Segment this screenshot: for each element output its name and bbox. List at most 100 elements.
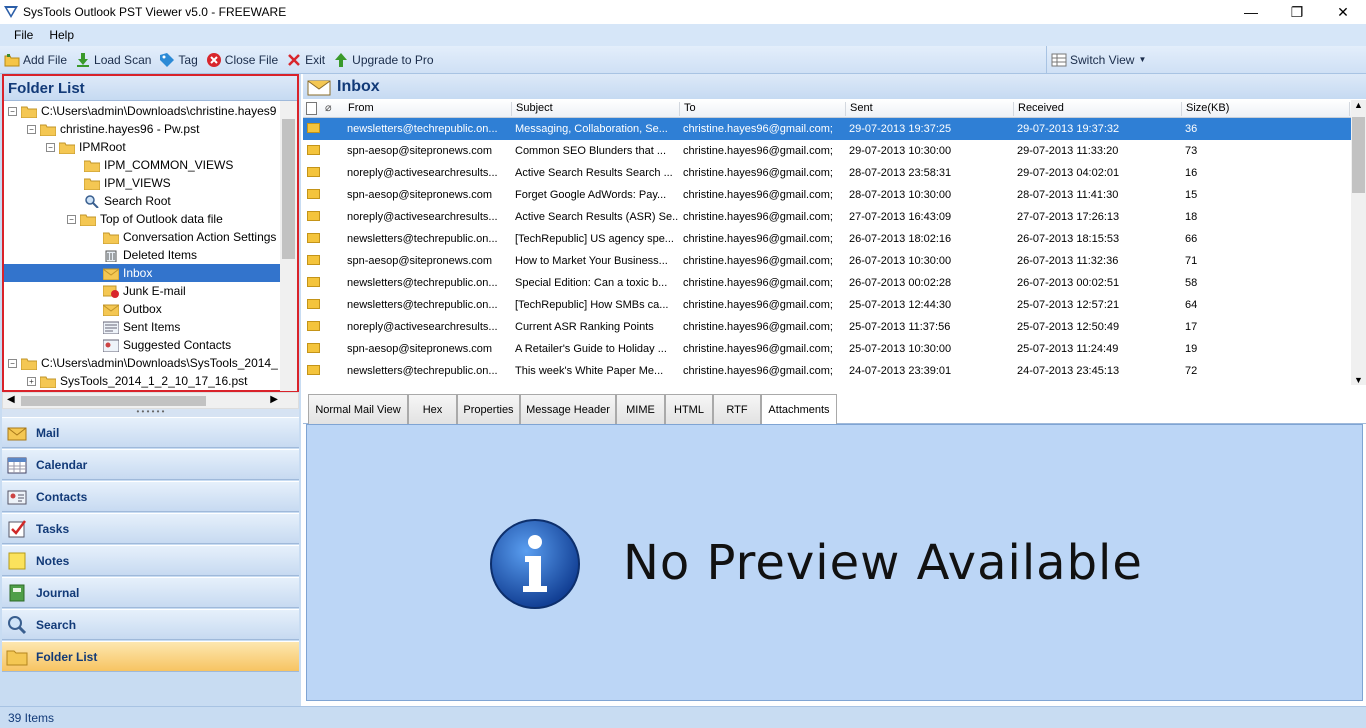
scrollbar-thumb[interactable]	[1352, 117, 1365, 193]
expand-icon[interactable]: +	[27, 376, 36, 386]
nav-search[interactable]: Search	[2, 609, 299, 640]
document-icon[interactable]	[306, 102, 317, 115]
tree-item-sent-items[interactable]: Sent Items	[103, 318, 180, 336]
scroll-right-icon[interactable]: ▶	[270, 394, 278, 405]
right-pane: Inbox ⌀ From Subject To Sent Received Si…	[303, 74, 1366, 706]
collapse-icon[interactable]: −	[46, 142, 55, 152]
column-size[interactable]: Size(KB)	[1182, 102, 1350, 116]
tab-attachments[interactable]: Attachments	[761, 394, 837, 425]
tab-normal-mail-view[interactable]: Normal Mail View	[308, 394, 408, 424]
tree-label: Suggested Contacts	[123, 338, 232, 352]
table-row[interactable]: newsletters@techrepublic.on... [TechRepub…	[303, 294, 1351, 316]
tree-item-deleted-items[interactable]: Deleted Items	[103, 246, 197, 264]
table-row[interactable]: noreply@activesearchresults... Active Sea…	[303, 162, 1351, 184]
inbox-icon	[307, 80, 331, 95]
tab-properties[interactable]: Properties	[457, 394, 520, 424]
cell-sent: 29-07-2013 10:30:00	[849, 145, 952, 157]
column-to[interactable]: To	[680, 102, 846, 116]
cell-sent: 24-07-2013 23:39:01	[849, 365, 952, 377]
nav-notes[interactable]: Notes	[2, 545, 299, 576]
minimize-button[interactable]: —	[1228, 0, 1274, 24]
tree-item-suggested-contacts[interactable]: Suggested Contacts	[103, 336, 231, 354]
folder-list-title: Folder List	[4, 76, 297, 101]
exit-button[interactable]: Exit	[286, 52, 325, 68]
nav-folder-list[interactable]: Folder List	[2, 641, 299, 672]
tree-item-pst-path-2[interactable]: − C:\Users\admin\Downloads\SysTools_2014_	[8, 354, 278, 372]
scroll-left-icon[interactable]: ◀	[7, 394, 15, 405]
tree-item-pst-file[interactable]: − christine.hayes96 - Pw.pst	[27, 120, 199, 138]
tree-item-pst-path-1[interactable]: − C:\Users\admin\Downloads\christine.haye…	[8, 102, 276, 120]
cell-to: christine.hayes96@gmail.com;	[683, 211, 833, 223]
table-row[interactable]: newsletters@techrepublic.on... Special Ed…	[303, 272, 1351, 294]
menu-file[interactable]: File	[14, 28, 33, 42]
tree-item-search-root[interactable]: Search Root	[84, 192, 171, 210]
folder-tree-scrollbar[interactable]	[280, 101, 297, 391]
collapse-icon[interactable]: −	[8, 358, 17, 368]
table-row[interactable]: noreply@activesearchresults... Active Sea…	[303, 206, 1351, 228]
tree-item-inbox[interactable]: Inbox	[4, 264, 282, 282]
message-grid-scrollbar[interactable]: ▲ ▼	[1351, 100, 1366, 385]
tree-item-ipm-common-views[interactable]: IPM_COMMON_VIEWS	[84, 156, 233, 174]
tree-item-ipm-views[interactable]: IPM_VIEWS	[84, 174, 171, 192]
column-sent[interactable]: Sent	[846, 102, 1014, 116]
add-folder-icon	[4, 53, 20, 66]
up-arrow-icon	[335, 52, 348, 67]
nav-tasks[interactable]: Tasks	[2, 513, 299, 544]
attachment-column-icon[interactable]: ⌀	[325, 101, 332, 114]
add-file-button[interactable]: Add File	[4, 52, 67, 68]
scroll-down-icon[interactable]: ▼	[1354, 375, 1363, 385]
table-row[interactable]: noreply@activesearchresults... Current AS…	[303, 316, 1351, 338]
nav-label: Journal	[36, 585, 80, 600]
cell-sent: 26-07-2013 10:30:00	[849, 255, 952, 267]
recycle-bin-icon	[105, 250, 117, 262]
tree-label: Outbox	[123, 302, 162, 316]
cell-subject: Forget Google AdWords: Pay...	[515, 189, 667, 201]
collapse-icon[interactable]: −	[27, 124, 36, 134]
upgrade-button[interactable]: Upgrade to Pro	[333, 52, 434, 68]
nav-journal[interactable]: Journal	[2, 577, 299, 608]
close-window-button[interactable]: ✕	[1320, 0, 1366, 24]
scroll-up-icon[interactable]: ▲	[1354, 100, 1363, 110]
menu-help[interactable]: Help	[49, 28, 74, 42]
nav-calendar[interactable]: Calendar	[2, 449, 299, 480]
tab-message-header[interactable]: Message Header	[520, 394, 616, 424]
tag-button[interactable]: Tag	[159, 52, 198, 68]
table-row[interactable]: newsletters@techrepublic.on... Messaging,…	[303, 118, 1351, 140]
table-row[interactable]: spn-aesop@sitepronews.com Common SEO Blun…	[303, 140, 1351, 162]
load-scan-button[interactable]: Load Scan	[75, 52, 151, 68]
column-subject[interactable]: Subject	[512, 102, 680, 116]
tree-item-junk[interactable]: Junk E-mail	[103, 282, 186, 300]
table-row[interactable]: spn-aesop@sitepronews.com Forget Google A…	[303, 184, 1351, 206]
tree-item-pst-file-2[interactable]: + SysTools_2014_1_2_10_17_16.pst	[27, 372, 248, 390]
switch-view-button[interactable]: Switch View ▼	[1046, 46, 1364, 73]
table-row[interactable]: spn-aesop@sitepronews.com A Retailer's Gu…	[303, 338, 1351, 360]
tree-item-outbox[interactable]: Outbox	[103, 300, 162, 318]
tree-item-top-of-outlook[interactable]: − Top of Outlook data file	[67, 210, 223, 228]
tab-html[interactable]: HTML	[665, 394, 713, 424]
column-from[interactable]: From	[344, 102, 512, 116]
cell-from: newsletters@techrepublic.on...	[347, 365, 498, 377]
tab-hex[interactable]: Hex	[408, 394, 457, 424]
column-received[interactable]: Received	[1014, 102, 1182, 116]
table-row[interactable]: spn-aesop@sitepronews.com How to Market Y…	[303, 250, 1351, 272]
collapse-icon[interactable]: −	[67, 214, 76, 224]
tab-mime[interactable]: MIME	[616, 394, 665, 424]
cell-sent: 27-07-2013 16:43:09	[849, 211, 952, 223]
tree-item-ipmroot[interactable]: − IPMRoot	[46, 138, 126, 156]
maximize-button[interactable]: ❐	[1274, 0, 1320, 24]
tree-item-conversation-action[interactable]: Conversation Action Settings	[103, 228, 276, 246]
table-row[interactable]: newsletters@techrepublic.on... This week'…	[303, 360, 1351, 382]
table-row[interactable]: newsletters@techrepublic.on... [TechRepub…	[303, 228, 1351, 250]
tab-rtf[interactable]: RTF	[713, 394, 761, 424]
cell-subject: Active Search Results Search ...	[515, 167, 673, 179]
open-folder-icon	[21, 358, 37, 370]
hscrollbar-thumb[interactable]	[21, 396, 206, 406]
nav-mail[interactable]: Mail	[2, 417, 299, 448]
contacts-icon	[103, 339, 119, 352]
nav-contacts[interactable]: Contacts	[2, 481, 299, 512]
scrollbar-thumb[interactable]	[282, 119, 295, 259]
pane-splitter[interactable]: • • • • • •	[2, 408, 299, 417]
close-file-button[interactable]: Close File	[206, 52, 278, 68]
collapse-icon[interactable]: −	[8, 106, 17, 116]
cell-received: 26-07-2013 00:02:51	[1017, 277, 1120, 289]
